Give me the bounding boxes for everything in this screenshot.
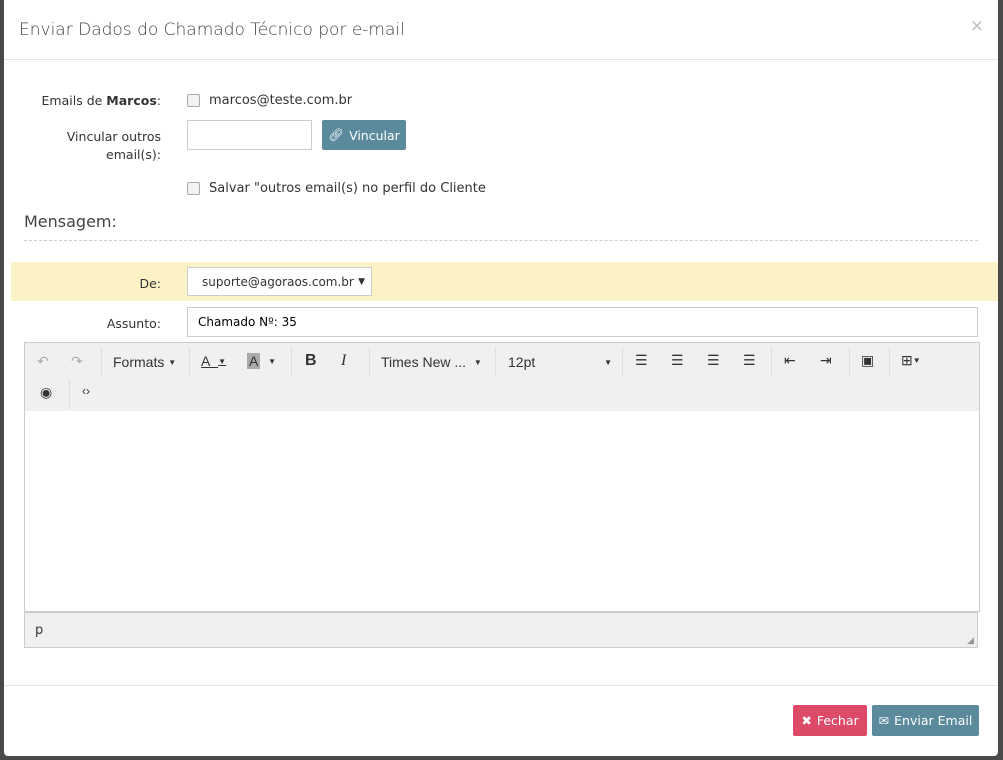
indent-icon[interactable]: ⇥ xyxy=(820,352,832,369)
assunto-label: Assunto: xyxy=(106,316,161,331)
source-code-icon[interactable]: ‹› xyxy=(82,384,90,398)
email-checkbox[interactable] xyxy=(187,94,200,107)
font-size-dropdown[interactable]: 12pt ▼ xyxy=(508,354,612,370)
bold-icon[interactable]: B xyxy=(305,352,317,370)
divider xyxy=(24,240,978,241)
link-icon: 🔗︎ xyxy=(328,127,345,142)
align-left-icon[interactable]: ☰ xyxy=(635,352,648,369)
align-right-icon[interactable]: ☰ xyxy=(707,352,720,369)
align-center-icon[interactable]: ☰ xyxy=(671,352,684,369)
mensagem-heading: Mensagem: xyxy=(24,212,117,231)
text-color-icon[interactable]: A ▼ xyxy=(201,353,226,369)
fechar-button[interactable]: ✖ Fechar xyxy=(793,705,867,736)
enviar-email-button[interactable]: ✉ Enviar Email xyxy=(872,705,979,736)
modal-dialog: Enviar Dados do Chamado Técnico por e-ma… xyxy=(4,0,998,756)
preview-eye-icon[interactable]: ◉ xyxy=(40,384,52,401)
table-icon[interactable]: ⊞ ▼ xyxy=(901,352,921,369)
vincular-label: Vincular outros email(s): xyxy=(66,129,161,162)
background-color-icon[interactable]: A ▼ xyxy=(247,353,276,369)
envelope-icon: ✉ xyxy=(878,713,890,728)
element-path[interactable]: p xyxy=(35,623,43,638)
italic-icon[interactable]: I xyxy=(341,352,346,370)
close-x-icon: ✖ xyxy=(801,713,812,728)
vincular-button[interactable]: 🔗︎ Vincular xyxy=(322,120,406,150)
email-option[interactable]: marcos@teste.com.br xyxy=(187,93,352,108)
editor-toolbar: ↶ ↷ Formats ▼ A ▼ A ▼ B I Times New ... … xyxy=(24,342,980,412)
redo-icon[interactable]: ↷ xyxy=(71,353,83,370)
editor-statusbar: p ◢ xyxy=(24,612,978,648)
align-justify-icon[interactable]: ☰ xyxy=(743,352,756,369)
formats-dropdown[interactable]: Formats ▼ xyxy=(113,354,176,370)
salvar-option[interactable]: Salvar "outros email(s) no perfil do Cli… xyxy=(187,181,486,196)
de-select[interactable]: suporte@agoraos.com.br ▼ xyxy=(187,267,372,296)
salvar-checkbox[interactable] xyxy=(187,182,200,195)
font-family-dropdown[interactable]: Times New ... ▼ xyxy=(381,354,482,370)
close-icon[interactable]: × xyxy=(970,16,984,36)
modal-title: Enviar Dados do Chamado Técnico por e-ma… xyxy=(19,20,405,40)
image-icon[interactable]: ▣ xyxy=(861,352,874,369)
outdent-icon[interactable]: ⇤ xyxy=(784,352,796,369)
emails-label: Emails de Marcos: xyxy=(41,93,161,108)
chevron-down-icon: ▼ xyxy=(358,276,365,287)
modal-header: Enviar Dados do Chamado Técnico por e-ma… xyxy=(4,0,998,60)
undo-icon[interactable]: ↶ xyxy=(37,353,49,370)
de-label: De: xyxy=(139,276,161,291)
assunto-input[interactable] xyxy=(187,307,978,337)
editor-body[interactable] xyxy=(24,411,980,612)
footer-divider xyxy=(4,685,998,686)
vincular-email-input[interactable] xyxy=(187,120,312,150)
resize-handle-icon[interactable]: ◢ xyxy=(967,636,974,646)
